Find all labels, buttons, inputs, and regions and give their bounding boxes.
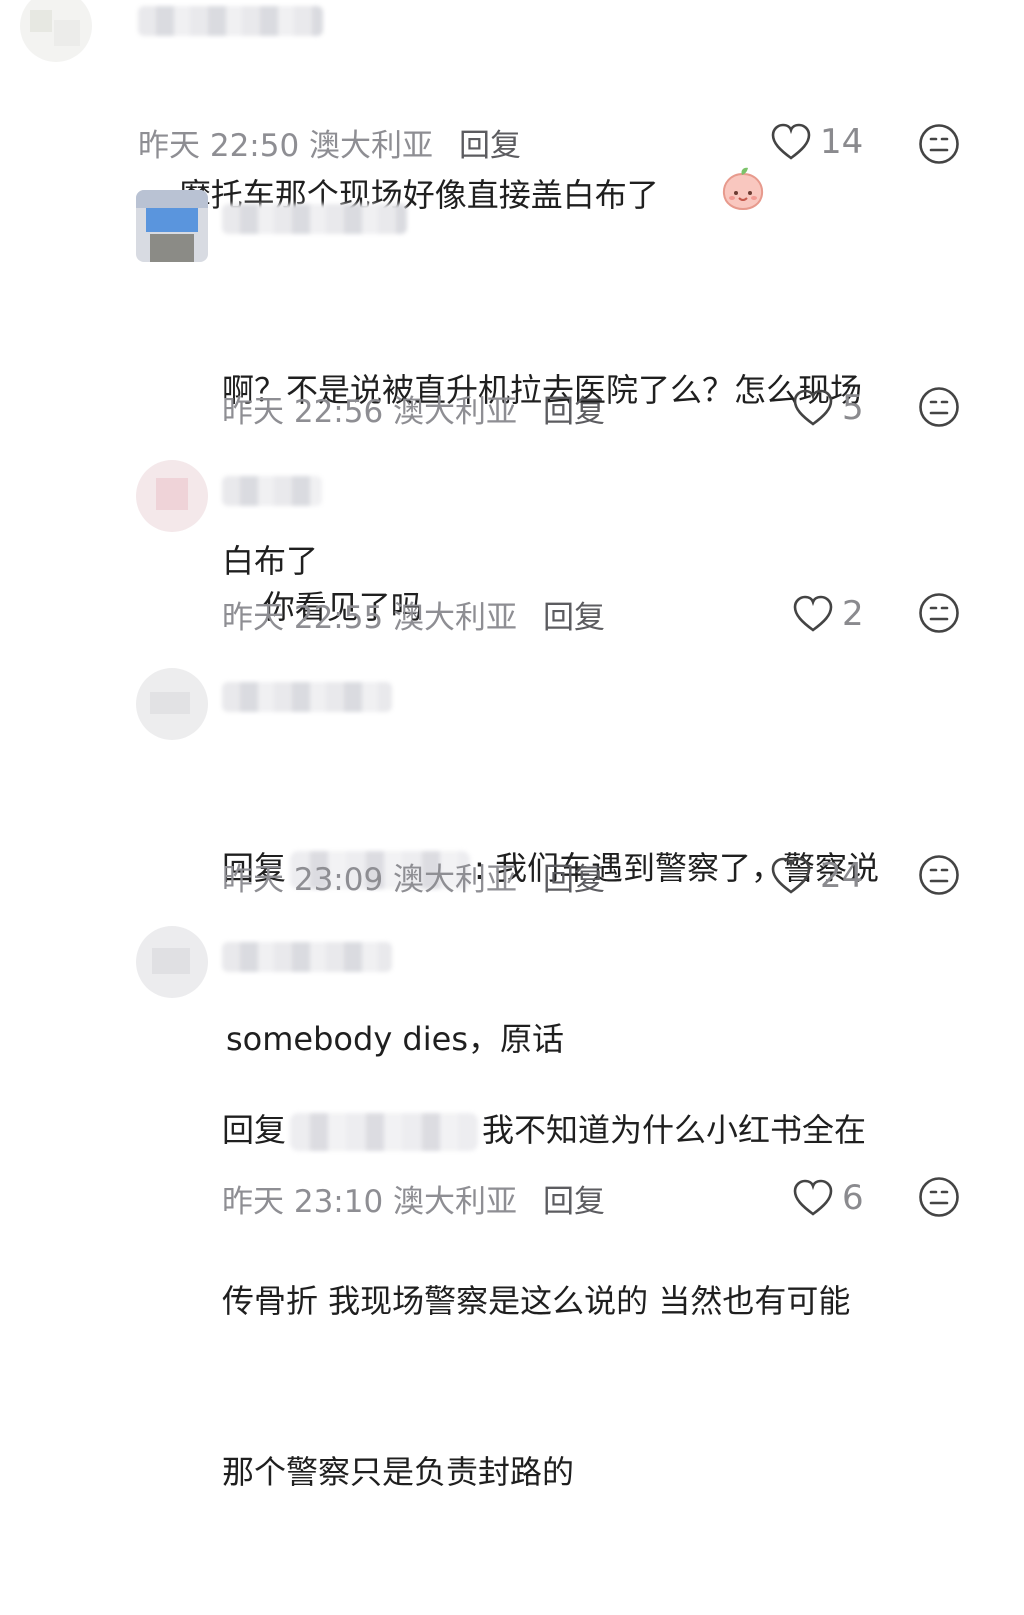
reply-button[interactable]: 回复 [459, 128, 521, 164]
react-button[interactable] [918, 386, 960, 432]
avatar[interactable] [136, 668, 208, 740]
heart-outline-icon [771, 123, 811, 160]
like-button[interactable]: 6 [792, 1178, 864, 1218]
avatar[interactable] [136, 460, 208, 532]
timestamp: 昨天 22:55 澳大利亚 [222, 600, 518, 636]
reply-button[interactable]: 回复 [543, 1184, 605, 1220]
comment-meta: 昨天 23:10 澳大利亚 回复 [222, 1176, 605, 1221]
comment-meta: 昨天 23:09 澳大利亚 回复 [222, 854, 605, 899]
mention-blurred[interactable] [290, 1113, 479, 1151]
like-count: 2 [842, 594, 864, 634]
like-count: 6 [842, 1178, 864, 1218]
heart-outline-icon [793, 595, 833, 632]
reply-button[interactable]: 回复 [543, 600, 605, 636]
like-count: 5 [842, 388, 864, 428]
username-blurred[interactable] [138, 6, 323, 36]
reply-button[interactable]: 回复 [543, 862, 605, 898]
username-blurred[interactable] [222, 682, 392, 712]
like-button[interactable]: 24 [770, 856, 863, 896]
like-button[interactable]: 14 [770, 122, 863, 162]
react-button[interactable] [918, 854, 960, 900]
avatar[interactable] [20, 0, 92, 62]
comment-meta: 昨天 22:56 澳大利亚 回复 [222, 386, 605, 431]
react-button[interactable] [918, 1176, 960, 1222]
username-blurred[interactable] [222, 204, 407, 234]
neutral-face-icon [919, 387, 959, 427]
like-count: 14 [820, 122, 864, 162]
heart-outline-icon [793, 1179, 833, 1216]
neutral-face-icon [919, 124, 959, 164]
heart-outline-icon [771, 857, 811, 894]
comment-meta: 昨天 22:50 澳大利亚 回复 [138, 120, 521, 165]
react-button[interactable] [918, 592, 960, 638]
timestamp: 昨天 22:56 澳大利亚 [222, 394, 518, 430]
timestamp: 昨天 23:09 澳大利亚 [222, 862, 518, 898]
reply-button[interactable]: 回复 [543, 394, 605, 430]
react-button[interactable] [918, 123, 960, 169]
timestamp: 昨天 23:10 澳大利亚 [222, 1184, 518, 1220]
like-button[interactable]: 2 [792, 594, 864, 634]
reply-prefix: 回复 [222, 1111, 287, 1149]
username-blurred[interactable] [222, 942, 392, 972]
comment-meta: 昨天 22:55 澳大利亚 回复 [222, 592, 605, 637]
username-blurred[interactable] [222, 476, 322, 506]
comment-text: 回复 我不知道为什么小红书全在 传骨折 我现场警察是这么说的 当然也有可能 那个警… [222, 1111, 867, 1491]
heart-outline-icon [793, 389, 833, 426]
avatar[interactable] [136, 926, 208, 998]
timestamp: 昨天 22:50 澳大利亚 [138, 128, 434, 164]
neutral-face-icon [919, 1177, 959, 1217]
like-button[interactable]: 5 [792, 388, 864, 428]
neutral-face-icon [919, 593, 959, 633]
like-count: 24 [820, 856, 864, 896]
avatar[interactable] [136, 190, 208, 262]
neutral-face-icon [919, 855, 959, 895]
